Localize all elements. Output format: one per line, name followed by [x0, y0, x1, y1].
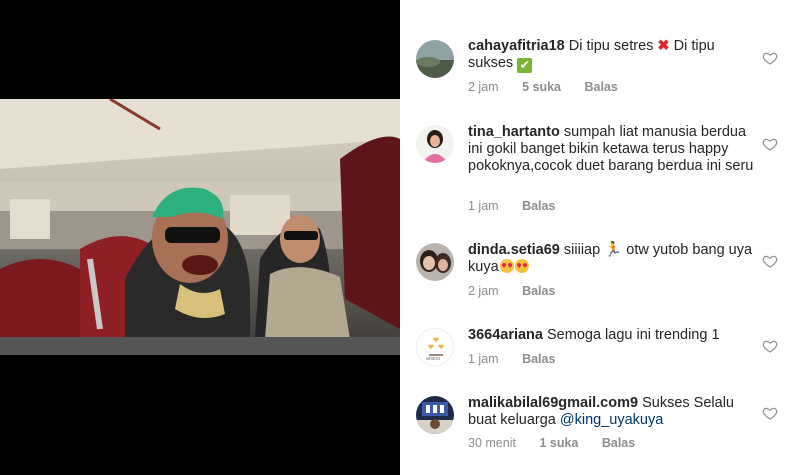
comment-time: 30 menit — [468, 436, 516, 450]
avatar-image — [416, 40, 454, 78]
comment-body: tina_hartanto sumpah liat manusia berdua… — [468, 124, 756, 175]
reply-button[interactable]: Balas — [522, 199, 555, 213]
avatar-image — [416, 125, 454, 163]
comment-likes[interactable]: 5 suka — [522, 80, 561, 94]
comment-username[interactable]: malikabilal69gmail.com9 — [468, 395, 638, 411]
avatar[interactable] — [416, 396, 454, 434]
comment-username[interactable]: tina_hartanto — [468, 124, 560, 140]
reply-button[interactable]: Balas — [602, 436, 635, 450]
video-still — [0, 99, 400, 355]
comment-body: cahayafitria18 Di tipu setres ✖ Di tipu … — [468, 38, 756, 73]
heart-outline-icon[interactable] — [762, 253, 778, 269]
comment-text: Di tipu setres — [568, 38, 654, 54]
reply-button[interactable]: Balas — [584, 80, 617, 94]
heart-eyes-icon — [499, 259, 514, 273]
avatar[interactable] — [416, 125, 454, 163]
heart-outline-icon[interactable] — [762, 405, 778, 421]
video-frame[interactable] — [0, 99, 400, 355]
heart-outline-icon[interactable] — [762, 136, 778, 152]
comment-meta: 30 menit 1 suka Balas — [468, 436, 655, 450]
comments-panel: cahayafitria18 Di tipu setres ✖ Di tipu … — [400, 0, 800, 475]
comment-body: malikabilal69gmail.com9 Sukses Selalu bu… — [468, 395, 756, 429]
comment-time: 1 jam — [468, 352, 499, 366]
comment-username[interactable]: dinda.setia69 — [468, 242, 560, 258]
mention-link[interactable]: @king_uyakuya — [560, 412, 663, 428]
comment-meta: 2 jam 5 suka Balas — [468, 80, 638, 94]
comment-time: 2 jam — [468, 284, 499, 298]
comment-username[interactable]: 3664ariana — [468, 327, 543, 343]
comment-body: dinda.setia69 siiiiap 🏃 otw yutob bang u… — [468, 242, 756, 276]
runner-icon: 🏃 — [604, 242, 623, 258]
comment-meta: 2 jam Balas — [468, 284, 575, 298]
reply-button[interactable]: Balas — [522, 352, 555, 366]
comment-time: 1 jam — [468, 199, 499, 213]
avatar[interactable] — [416, 40, 454, 78]
comment-meta: 1 jam Balas — [468, 199, 575, 213]
avatar[interactable] — [416, 243, 454, 281]
comment-text: Semoga lagu ini trending 1 — [547, 327, 720, 343]
heart-outline-icon[interactable] — [762, 338, 778, 354]
comment-likes[interactable]: 1 suka — [539, 436, 578, 450]
cross-mark-icon: ✖ — [657, 38, 670, 54]
comment-text: siiiiap — [563, 242, 601, 258]
comment-meta: 1 jam Balas — [468, 352, 575, 366]
heart-eyes-icon — [514, 259, 529, 273]
avatar-caption: ariana — [426, 356, 440, 362]
reply-button[interactable]: Balas — [522, 284, 555, 298]
comment-time: 2 jam — [468, 80, 499, 94]
video-panel[interactable] — [0, 0, 400, 475]
comment-body: 3664ariana Semoga lagu ini trending 1 — [468, 327, 756, 344]
avatar-image — [416, 243, 454, 281]
avatar-image — [416, 396, 454, 434]
check-mark-icon: ✔ — [517, 58, 533, 73]
heart-outline-icon[interactable] — [762, 50, 778, 66]
comment-username[interactable]: cahayafitria18 — [468, 38, 565, 54]
